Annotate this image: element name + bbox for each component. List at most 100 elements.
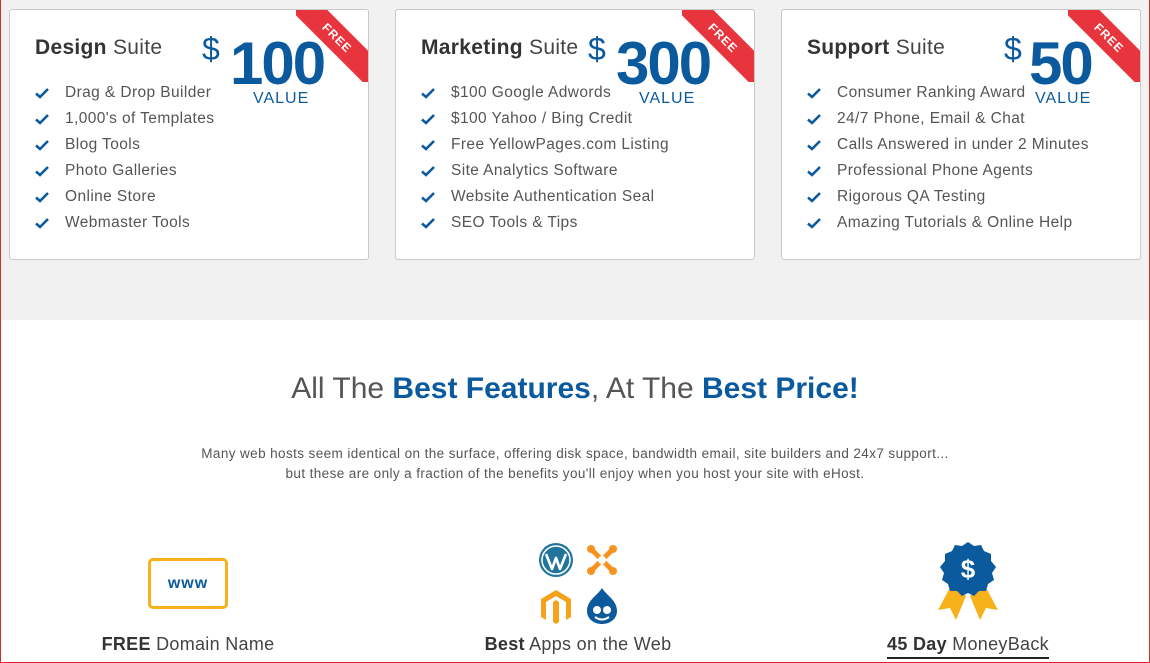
list-item: $100 Yahoo / Bing Credit [421, 106, 669, 132]
feature-label-rest: Apps on the Web [524, 634, 672, 654]
feature-list: $100 Google Adwords $100 Yahoo / Bing Cr… [421, 80, 669, 236]
feature-text: Webmaster Tools [65, 214, 191, 231]
intro-line: but these are only a fraction of the ben… [285, 466, 865, 481]
intro-line: Many web hosts seem identical on the sur… [201, 446, 949, 461]
headline-text: All The [291, 372, 393, 405]
list-item: Online Store [35, 184, 214, 210]
feature-text: Online Store [65, 188, 156, 205]
section-headline: All The Best Features, At The Best Price… [0, 372, 1150, 406]
checkmark-icon [421, 166, 435, 177]
card-title-bold: Design [35, 36, 107, 59]
card-title: Marketing Suite [421, 36, 578, 60]
list-item: Drag & Drop Builder [35, 80, 214, 106]
list-item: Webmaster Tools [35, 210, 214, 236]
magento-icon [541, 590, 571, 624]
headline-emphasis: Best Features [392, 372, 591, 405]
free-ribbon: FREE [1068, 10, 1140, 82]
feature-text: $100 Yahoo / Bing Credit [451, 110, 633, 127]
checkmark-icon [35, 140, 49, 151]
headline-emphasis: Best Price [702, 372, 849, 405]
card-title: Support Suite [807, 36, 945, 60]
money-badge-icon: $ [938, 542, 998, 620]
headline-text: , At The [590, 372, 703, 405]
checkmark-icon [35, 192, 49, 203]
feature-label-bold: 45 Day [887, 634, 947, 654]
drupal-icon [587, 588, 617, 624]
feature-text: Site Analytics Software [451, 162, 618, 179]
checkmark-icon [421, 88, 435, 99]
list-item: SEO Tools & Tips [421, 210, 669, 236]
feature-text: Free YellowPages.com Listing [451, 136, 669, 153]
feature-label-bold: FREE [101, 634, 151, 654]
feature-text: Website Authentication Seal [451, 188, 655, 205]
list-item: Calls Answered in under 2 Minutes [807, 132, 1089, 158]
ribbon-text: FREE [296, 10, 368, 82]
badge-symbol: $ [961, 554, 976, 584]
feature-text: 1,000's of Templates [65, 110, 215, 127]
free-ribbon: FREE [296, 10, 368, 82]
support-suite-card: Support Suite $ 50 VALUE FREE Consumer R… [781, 9, 1141, 260]
moneyback-link[interactable]: 45 Day MoneyBack [887, 634, 1049, 659]
marketing-suite-card: Marketing Suite $ 300 VALUE FREE $100 Go… [395, 9, 755, 260]
checkmark-icon [807, 140, 821, 151]
feature-text: Blog Tools [65, 136, 141, 153]
wordpress-icon [539, 543, 573, 577]
feature-text: Drag & Drop Builder [65, 84, 212, 101]
checkmark-icon [35, 218, 49, 229]
checkmark-icon [807, 166, 821, 177]
feature-text: Amazing Tutorials & Online Help [837, 214, 1073, 231]
checkmark-icon [421, 114, 435, 125]
list-item: 1,000's of Templates [35, 106, 214, 132]
checkmark-icon [35, 166, 49, 177]
feature-text: $100 Google Adwords [451, 84, 612, 101]
list-item: Free YellowPages.com Listing [421, 132, 669, 158]
card-title: Design Suite [35, 36, 162, 60]
currency-symbol: $ [202, 31, 220, 67]
feature-list: Drag & Drop Builder 1,000's of Templates… [35, 80, 214, 236]
feature-text: SEO Tools & Tips [451, 214, 578, 231]
headline-exclamation: ! [848, 372, 859, 405]
checkmark-icon [807, 114, 821, 125]
card-title-light: Suite [112, 36, 163, 59]
checkmark-icon [421, 192, 435, 203]
list-item: Amazing Tutorials & Online Help [807, 210, 1089, 236]
list-item: $100 Google Adwords [421, 80, 669, 106]
card-title-bold: Marketing [421, 36, 523, 59]
feature-text: Rigorous QA Testing [837, 188, 986, 205]
ribbon-text: FREE [1068, 10, 1140, 82]
list-item: Professional Phone Agents [807, 158, 1089, 184]
feature-label: Best Apps on the Web [428, 634, 728, 655]
card-title-light: Suite [529, 36, 579, 59]
value-label: VALUE [253, 90, 310, 107]
checkmark-icon [35, 88, 49, 99]
feature-label: FREE Domain Name [38, 634, 338, 655]
feature-label-rest: MoneyBack [946, 634, 1049, 654]
feature-text: Consumer Ranking Award [837, 84, 1026, 101]
feature-label: 45 Day MoneyBack [818, 634, 1118, 659]
www-icon-text: www [167, 574, 209, 592]
currency-symbol: $ [1004, 31, 1022, 67]
feature-list: Consumer Ranking Award 24/7 Phone, Email… [807, 80, 1089, 236]
design-suite-card: Design Suite $ 100 VALUE FREE Drag & Dro… [9, 9, 369, 260]
list-item: Rigorous QA Testing [807, 184, 1089, 210]
feature-label-rest: Domain Name [150, 634, 275, 654]
card-title-light: Suite [895, 36, 946, 59]
ribbon-text: FREE [682, 10, 754, 82]
feature-text: Calls Answered in under 2 Minutes [837, 136, 1089, 153]
checkmark-icon [421, 218, 435, 229]
currency-symbol: $ [588, 31, 606, 67]
free-ribbon: FREE [682, 10, 754, 82]
list-item: Blog Tools [35, 132, 214, 158]
list-item: Website Authentication Seal [421, 184, 669, 210]
list-item: Photo Galleries [35, 158, 214, 184]
feature-text: 24/7 Phone, Email & Chat [837, 110, 1025, 127]
feature-label-bold: Best [484, 634, 525, 654]
list-item: 24/7 Phone, Email & Chat [807, 106, 1089, 132]
card-title-bold: Support [807, 36, 890, 59]
list-item: Site Analytics Software [421, 158, 669, 184]
joomla-icon [587, 545, 617, 575]
checkmark-icon [35, 114, 49, 125]
checkmark-icon [807, 88, 821, 99]
list-item: Consumer Ranking Award [807, 80, 1089, 106]
feature-text: Professional Phone Agents [837, 162, 1034, 179]
